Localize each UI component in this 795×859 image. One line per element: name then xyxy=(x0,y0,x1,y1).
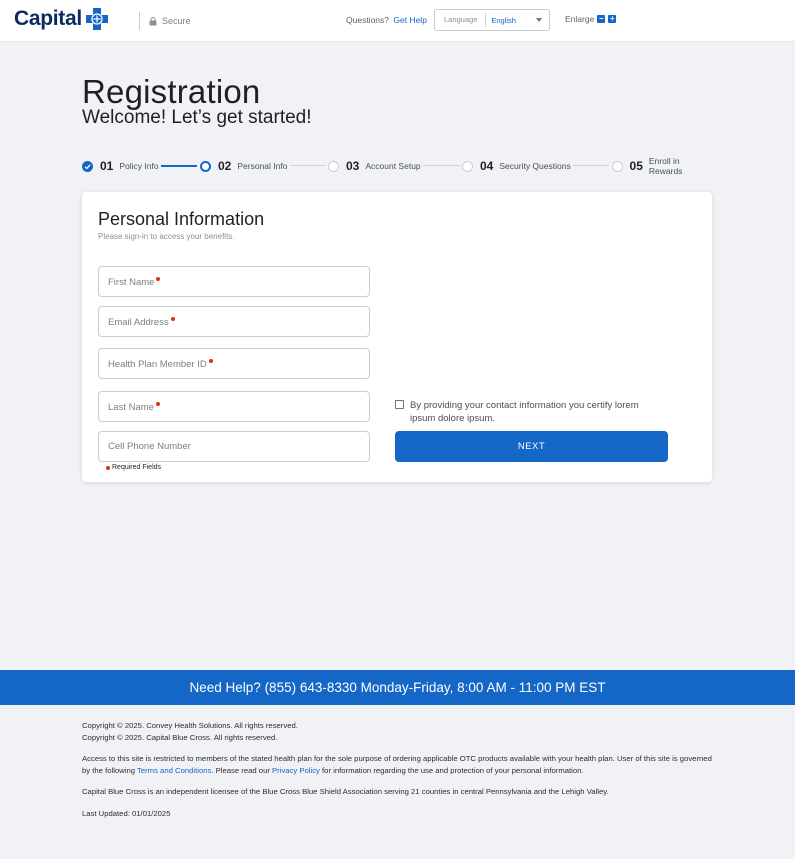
email-label: Email Address xyxy=(108,317,169,328)
step-connector xyxy=(290,165,326,166)
member-id-placeholder: Health Plan Member ID xyxy=(108,359,213,370)
access-text: . Please read our xyxy=(211,765,273,775)
get-help-link[interactable]: Get Help xyxy=(393,15,427,25)
step-number: 05 xyxy=(629,159,643,173)
help-banner: Need Help? (855) 643-8330 Monday-Friday,… xyxy=(0,670,795,705)
last-name-placeholder: Last Name xyxy=(108,402,160,413)
step-enroll-rewards: 05 Enroll in Rewards xyxy=(612,156,712,176)
licensee-notice: Capital Blue Cross is an independent lic… xyxy=(82,787,609,796)
pending-step-icon xyxy=(462,160,473,172)
secure-indicator: Secure xyxy=(139,12,191,30)
copyright-capital: Copyright © 2025. Capital Blue Cross. Al… xyxy=(82,732,278,742)
step-connector xyxy=(423,165,461,166)
access-text: for information regarding the use and pr… xyxy=(319,765,584,775)
page-title: Registration xyxy=(82,73,261,110)
required-indicator xyxy=(156,277,161,281)
step-connector xyxy=(161,165,197,167)
last-updated: Last Updated: 01/01/2025 xyxy=(82,808,171,818)
blue-cross-icon xyxy=(85,8,108,30)
pending-step-icon xyxy=(328,160,339,172)
cell-phone-input[interactable] xyxy=(99,432,369,461)
step-number: 04 xyxy=(480,159,494,173)
site-header: Capital Secure Questions? Get Help Langu… xyxy=(0,0,795,42)
email-field[interactable]: Email Address xyxy=(98,306,370,337)
lock-icon xyxy=(149,16,157,25)
next-button[interactable]: NEXT xyxy=(395,431,668,462)
card-title: Personal Information xyxy=(98,209,265,229)
step-label: Policy Info xyxy=(119,161,159,171)
enlarge-label: Enlarge xyxy=(565,14,595,24)
last-name-label: Last Name xyxy=(108,402,154,413)
secure-label: Secure xyxy=(162,16,191,26)
language-value: English xyxy=(491,15,516,25)
required-indicator xyxy=(208,359,213,363)
required-indicator xyxy=(106,465,110,470)
step-number: 03 xyxy=(346,159,360,173)
step-number: 01 xyxy=(100,159,114,173)
step-personal-info: 02 Personal Info xyxy=(200,158,287,174)
active-step-icon xyxy=(200,160,211,172)
member-id-label: Health Plan Member ID xyxy=(108,359,207,370)
privacy-link[interactable]: Privacy Policy xyxy=(272,766,320,775)
step-security-questions: 04 Security Questions xyxy=(462,158,571,174)
step-account-setup: 03 Account Setup xyxy=(328,158,421,174)
enlarge-controls: Enlarge − + xyxy=(565,14,617,24)
consent-checkbox[interactable] xyxy=(395,400,404,409)
site-footer: Copyright © 2025. Convey Health Solution… xyxy=(82,720,714,829)
step-label: Account Setup xyxy=(365,161,421,171)
required-fields-note: Required Fields xyxy=(106,464,161,471)
step-policy-info: 01 Policy Info xyxy=(82,158,159,174)
page-subtitle: Welcome! Let’s get started! xyxy=(82,107,312,128)
step-label: Enroll in Rewards xyxy=(648,156,683,176)
required-indicator xyxy=(170,317,175,321)
email-placeholder: Email Address xyxy=(108,317,175,328)
step-connector xyxy=(573,165,609,166)
registration-stepper: 01 Policy Info 02 Personal Info 03 Accou… xyxy=(82,156,712,176)
required-fields-label: Required Fields xyxy=(112,464,162,471)
step-label: Security Questions xyxy=(499,161,571,171)
consent-text: By providing your contact information yo… xyxy=(410,400,639,423)
first-name-label: First Name xyxy=(108,277,155,288)
terms-link[interactable]: Terms and Conditions xyxy=(137,766,211,775)
first-name-field[interactable]: First Name xyxy=(98,266,370,297)
copyright-convey: Copyright © 2025. Convey Health Solution… xyxy=(82,721,298,730)
member-id-field[interactable]: Health Plan Member ID xyxy=(98,348,370,379)
cell-phone-field[interactable] xyxy=(98,431,370,462)
access-notice: Access to this site is restricted to mem… xyxy=(82,753,714,776)
questions-help: Questions? Get Help xyxy=(346,15,427,25)
language-select[interactable]: Language English xyxy=(434,9,550,31)
checkmark-icon xyxy=(82,160,93,172)
logo-text: Capital xyxy=(14,7,82,30)
personal-info-card: Personal Information Please sign-in to a… xyxy=(82,192,712,482)
questions-label: Questions? xyxy=(346,15,389,25)
capital-blue-cross-logo[interactable]: Capital xyxy=(14,7,109,31)
step-number: 02 xyxy=(218,159,232,173)
zoom-in-button[interactable]: + xyxy=(608,15,617,23)
pending-step-icon xyxy=(612,160,623,172)
last-name-field[interactable]: Last Name xyxy=(98,391,370,422)
step-label: Personal Info xyxy=(237,161,288,171)
first-name-placeholder: First Name xyxy=(108,277,161,288)
card-subtitle: Please sign-in to access your benefits. xyxy=(98,232,235,241)
language-label: Language xyxy=(435,13,487,27)
required-indicator xyxy=(155,402,160,406)
chevron-down-icon xyxy=(536,18,542,22)
consent-row: By providing your contact information yo… xyxy=(395,399,655,423)
zoom-out-button[interactable]: − xyxy=(597,15,606,23)
